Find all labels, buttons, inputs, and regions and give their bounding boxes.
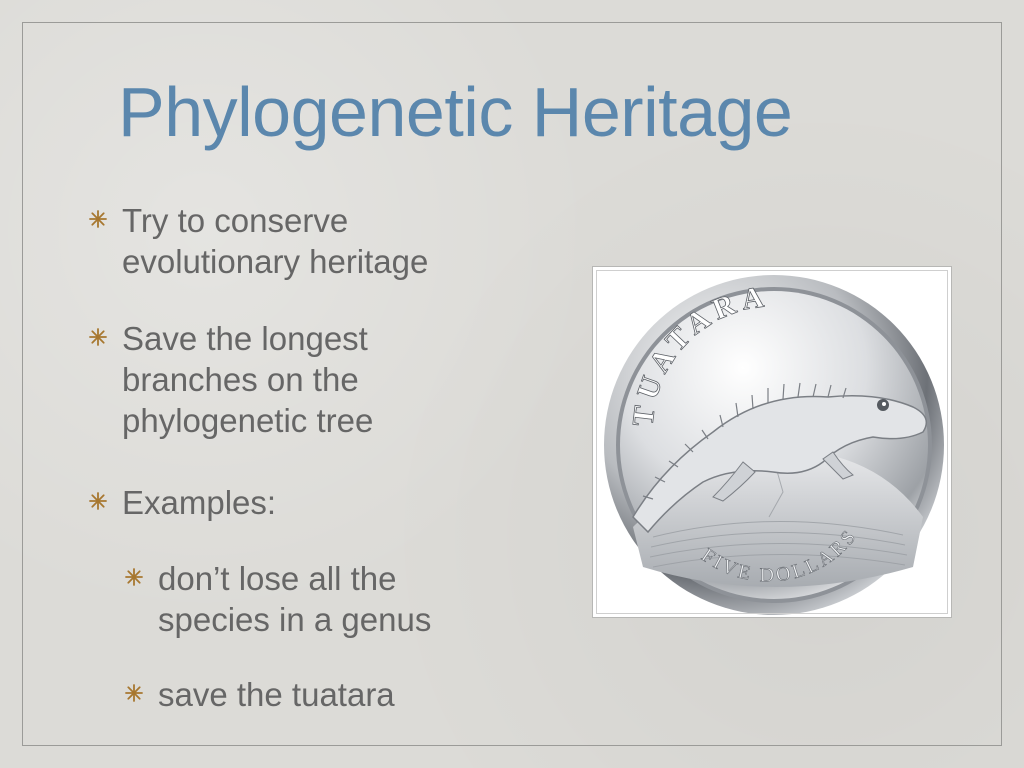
svg-text:TUATARA: TUATARA: [626, 280, 771, 428]
svg-text:FIVE DOLLARS: FIVE DOLLARS: [697, 524, 861, 586]
bullet-text: save the tuatara: [158, 676, 395, 713]
bullet-item: Try to conserve evolutionary heritage: [88, 200, 452, 282]
bullet-text: don’t lose all the species in a genus: [158, 560, 432, 638]
asterisk-bullet-icon: [125, 568, 143, 586]
sub-bullet-item: save the tuatara: [124, 674, 478, 715]
bullet-text: Try to conserve evolutionary heritage: [122, 202, 429, 280]
asterisk-bullet-icon: [89, 210, 107, 228]
tuatara-coin-image: TUATARA FIVE DOLLARS: [604, 275, 944, 615]
asterisk-bullet-icon: [89, 328, 107, 346]
sub-bullet-item: don’t lose all the species in a genus: [124, 558, 478, 640]
coin-bottom-text: FIVE DOLLARS: [697, 524, 859, 587]
slide: Phylogenetic Heritage Try to conserve ev…: [0, 0, 1024, 768]
bullet-item: Examples:: [88, 482, 422, 523]
slide-title: Phylogenetic Heritage: [118, 73, 793, 151]
asterisk-bullet-icon: [125, 684, 143, 702]
coin-top-text: TUATARA: [626, 279, 766, 428]
bullet-text: Examples:: [122, 484, 277, 521]
bullet-text: Save the longest branches on the phyloge…: [122, 320, 374, 439]
coin-photo: TUATARA FIVE DOLLARS: [592, 266, 952, 618]
asterisk-bullet-icon: [89, 492, 107, 510]
bullet-item: Save the longest branches on the phyloge…: [88, 318, 412, 441]
